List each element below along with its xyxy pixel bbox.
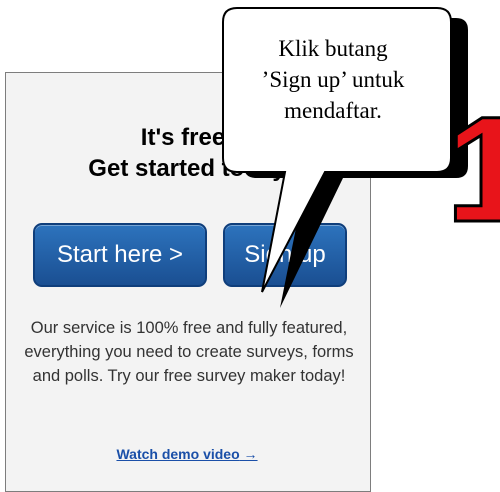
headline-line-1: It's free! xyxy=(140,124,234,151)
step-number-marker: 1 xyxy=(450,104,500,224)
callout-line-1: Klik butang xyxy=(278,36,388,61)
arrow-right-icon: → xyxy=(243,446,258,462)
sign-up-label: Sign up xyxy=(244,241,326,268)
callout-line-3: mendaftar. xyxy=(284,98,382,123)
start-here-label: Start here > xyxy=(56,241,184,268)
sign-up-button[interactable]: Sign up xyxy=(223,223,347,287)
watch-demo-label: Watch demo video xyxy=(116,446,240,462)
start-here-button[interactable]: Start here > xyxy=(33,223,207,287)
callout-line-2: ’Sign up’ untuk xyxy=(261,67,405,92)
step-number-text: 1 xyxy=(450,104,500,224)
headline: It's free! Get started today xyxy=(0,122,374,184)
headline-line-2: Get started today xyxy=(88,155,286,182)
service-description: Our service is 100% free and fully featu… xyxy=(24,319,354,385)
watch-demo-link[interactable]: Watch demo video → xyxy=(0,446,374,462)
callout-text: Klik butang ’Sign up’ untuk mendaftar. xyxy=(233,33,433,126)
